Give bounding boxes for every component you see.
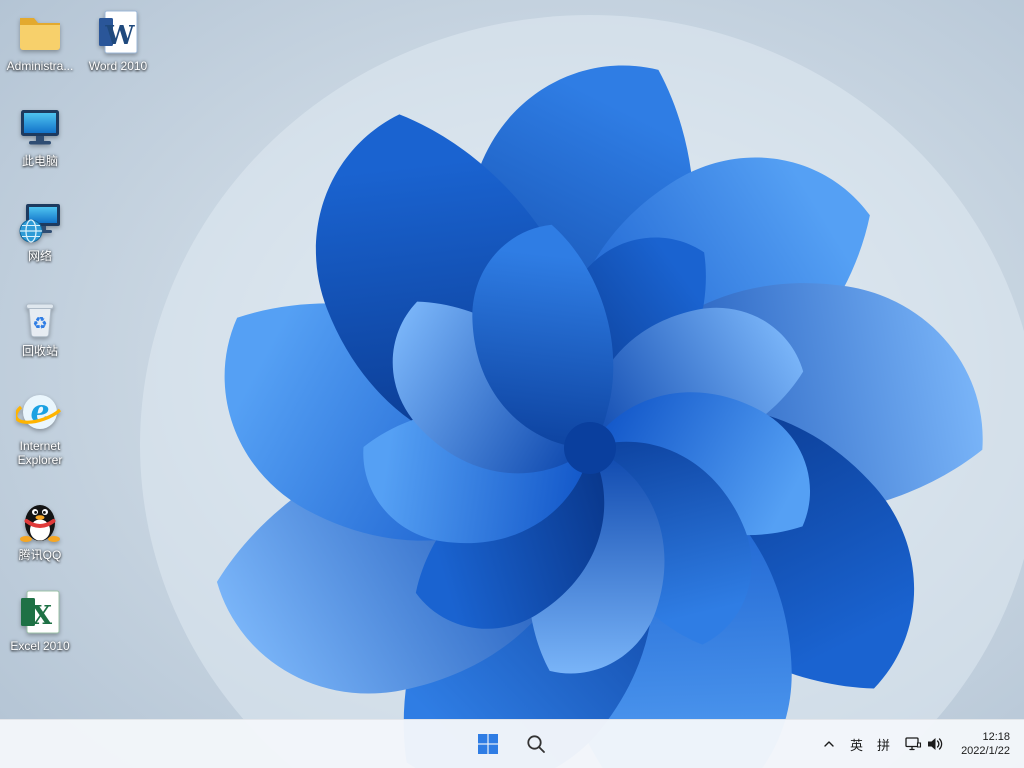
svg-text:X: X: [32, 601, 53, 631]
desktop-icon-administrator[interactable]: Administra...: [2, 8, 78, 73]
desktop-icon-label: 腾讯QQ: [18, 548, 62, 562]
desktop-icon-label: Internet Explorer: [17, 439, 63, 467]
desktop-icon-internet-explorer[interactable]: e Internet Explorer: [2, 388, 78, 467]
chevron-up-icon: [824, 741, 834, 747]
desktop-icon-label: Word 2010: [88, 59, 148, 73]
search-icon: [527, 735, 545, 753]
windows-11-bloom-wallpaper: [0, 0, 1024, 768]
recycle-bin-icon: ♻: [26, 303, 54, 338]
desktop-icon-network[interactable]: 网络: [2, 198, 78, 263]
internet-explorer-icon: e: [16, 394, 62, 429]
desktop-icon-tencent-qq[interactable]: 腾讯QQ: [2, 497, 78, 562]
volume-icon: [928, 738, 943, 750]
desktop-icon-this-pc[interactable]: 此电脑: [2, 103, 78, 168]
network-volume-button[interactable]: [897, 724, 951, 764]
svg-text:♻: ♻: [32, 314, 47, 334]
taskbar-clock[interactable]: 12:18 2022/1/22: [951, 724, 1020, 764]
desktop-icon-word-2010[interactable]: W Word 2010: [80, 8, 156, 73]
desktop-icon-recycle-bin[interactable]: ♻ 回收站: [2, 293, 78, 358]
desktop-icon-label: 回收站: [21, 344, 58, 358]
desktop-icon-label: Administra...: [6, 59, 74, 73]
clock-date: 2022/1/22: [961, 745, 1010, 757]
taskbar-center: [468, 720, 556, 768]
network-icon: [19, 204, 60, 243]
svg-text:W: W: [104, 21, 135, 51]
clock-time: 12:18: [982, 731, 1010, 743]
windows-logo-icon: [478, 734, 498, 754]
folder-icon: [20, 18, 60, 50]
desktop-icon-label: 网络: [27, 249, 52, 263]
start-button[interactable]: [468, 724, 508, 764]
desktop: Administra... W Word 2010 此电脑 网络 ♻ 回收站 e…: [0, 0, 1024, 768]
computer-icon: [21, 110, 59, 145]
network-status-icon: [905, 737, 922, 751]
ime-language-indicator[interactable]: 英: [843, 724, 870, 764]
desktop-icon-excel-2010[interactable]: X Excel 2010: [2, 588, 78, 653]
ime-mode-indicator[interactable]: 拼: [870, 724, 897, 764]
taskbar: 英 拼 12:18 2022/1/22: [0, 719, 1024, 768]
desktop-icon-label: Excel 2010: [10, 639, 70, 653]
svg-text:e: e: [30, 394, 49, 429]
taskbar-tray: 英 拼 12:18 2022/1/22: [815, 720, 1020, 768]
desktop-icon-label: 此电脑: [21, 154, 58, 168]
search-button[interactable]: [516, 724, 556, 764]
tray-chevron-button[interactable]: [815, 724, 843, 764]
qq-icon: [20, 505, 60, 542]
word-icon: W: [99, 10, 138, 54]
excel-icon: X: [21, 590, 60, 634]
